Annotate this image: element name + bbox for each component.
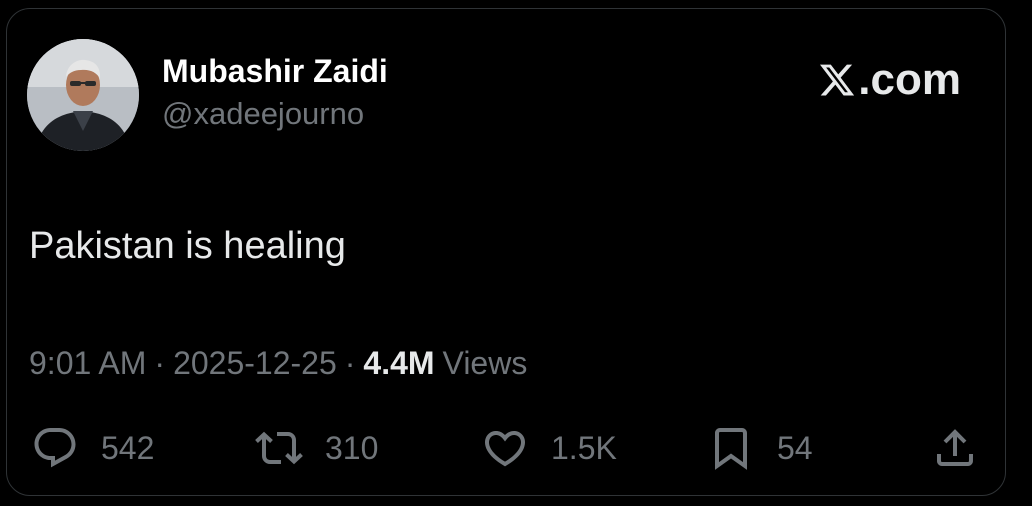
- like-button[interactable]: 1.5K: [481, 423, 617, 473]
- share-button[interactable]: [931, 423, 979, 473]
- author-display-name[interactable]: Mubashir Zaidi: [162, 51, 388, 91]
- tweet-date[interactable]: 2025-12-25: [173, 345, 337, 381]
- x-logo-icon: [820, 64, 855, 96]
- views-label: Views: [442, 345, 528, 381]
- heart-icon: [484, 431, 526, 467]
- repost-button[interactable]: 310: [255, 423, 378, 473]
- like-count: 1.5K: [551, 429, 617, 466]
- action-bar: 542 310 1.5K 54: [31, 423, 981, 473]
- meta-separator: ·: [154, 345, 166, 381]
- author-block: Mubashir Zaidi @xadeejourno: [162, 51, 388, 133]
- avatar[interactable]: [27, 39, 139, 151]
- reply-icon: [34, 428, 76, 468]
- bookmark-button[interactable]: 54: [707, 423, 813, 473]
- repost-icon: [255, 431, 303, 465]
- views-count[interactable]: 4.4M: [363, 345, 434, 381]
- tweet-time[interactable]: 9:01 AM: [29, 345, 146, 381]
- share-icon: [937, 429, 973, 466]
- repost-count: 310: [325, 429, 379, 466]
- reply-count: 542: [101, 429, 155, 466]
- reply-button[interactable]: 542: [31, 423, 154, 473]
- bookmark-icon: [715, 428, 747, 470]
- tweet-meta: 9:01 AM · 2025-12-25 · 4.4M Views: [29, 343, 527, 383]
- author-handle[interactable]: @xadeejourno: [162, 95, 388, 133]
- tweet-card: Mubashir Zaidi @xadeejourno .com Pakista…: [6, 8, 1006, 496]
- avatar-photo: [27, 39, 139, 151]
- meta-separator: ·: [344, 345, 356, 381]
- brand-label: .com: [858, 55, 961, 104]
- tweet-text: Pakistan is healing: [29, 225, 346, 267]
- bookmark-count: 54: [777, 429, 813, 466]
- brand-watermark: .com: [818, 55, 961, 105]
